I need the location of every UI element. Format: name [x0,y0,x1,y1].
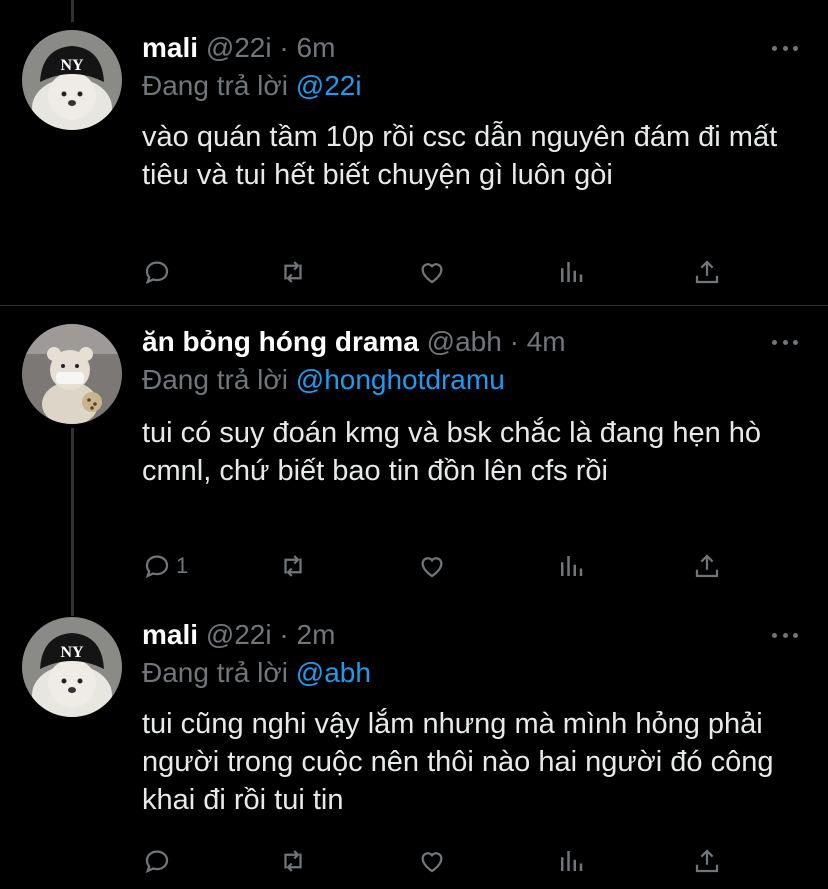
tweet[interactable]: ăn bỏng hóng drama @abh · 4m Đang trả lờ… [0,306,828,598]
avatar[interactable]: NY [22,30,122,130]
tweet-header: mali @22i · 6m [142,30,768,66]
display-name[interactable]: mali [142,619,198,650]
share-icon [695,260,719,284]
analytics-button[interactable] [556,546,586,586]
tweet-header: mali @22i · 2m [142,617,768,653]
avatar[interactable] [22,324,122,424]
analytics-button[interactable] [556,841,586,881]
action-bar [0,841,828,881]
replying-to: Đang trả lời @22i [142,68,362,104]
mention-link[interactable]: @abh [296,657,371,688]
timestamp[interactable]: · 2m [279,619,335,650]
reply-button[interactable] [142,841,176,881]
svg-text:NY: NY [60,644,84,661]
replying-prefix: Đang trả lời [142,657,288,688]
tweet[interactable]: NY mali @22i · 2m Đang trả lời @abh tui … [0,599,828,889]
tweet-text: tui có suy đoán kmg và bsk chắc là đang … [142,417,762,487]
replying-to: Đang trả lời @honghotdramu [142,362,505,398]
like-icon [421,852,443,873]
replying-prefix: Đang trả lời [142,364,288,395]
tweet-text: tui cũng nghi vậy lắm nhưng mà mình hỏng… [142,708,774,816]
tweet[interactable]: NY mali @22i · 6m Đang trả lời @22i vào … [0,0,828,305]
like-button[interactable] [417,546,447,586]
svg-text:NY: NY [60,57,84,74]
like-icon [421,263,443,284]
replying-prefix: Đang trả lời [142,70,288,101]
reply-icon [145,555,169,579]
share-button[interactable] [692,546,722,586]
timestamp[interactable]: · 4m [510,326,566,357]
timestamp[interactable]: · 6m [279,32,335,63]
action-bar: 1 [0,546,828,586]
retweet-icon [284,850,302,872]
analytics-icon [561,556,583,576]
mention-link[interactable]: @22i [296,70,362,101]
handle[interactable]: @22i [206,32,272,63]
reply-icon [145,850,169,874]
share-button[interactable] [692,841,722,881]
handle[interactable]: @abh [427,326,502,357]
like-icon [421,557,443,578]
retweet-icon [284,261,302,283]
like-button[interactable] [417,841,447,881]
reply-icon [145,261,169,285]
reply-count: 1 [176,553,189,578]
reply-button[interactable] [142,252,176,292]
like-button[interactable] [417,252,447,292]
tweet-header: ăn bỏng hóng drama @abh · 4m [142,324,768,360]
handle[interactable]: @22i [206,619,272,650]
share-icon [695,849,719,873]
retweet-button[interactable] [278,841,308,881]
more-icon[interactable] [772,332,798,352]
mention-link[interactable]: @honghotdramu [296,364,505,395]
retweet-icon [284,555,302,577]
analytics-button[interactable] [556,252,586,292]
replying-to: Đang trả lời @abh [142,655,371,691]
avatar[interactable]: NY [22,617,122,717]
tweet-text: vào quán tầm 10p rồi csc dẫn nguyên đám … [142,121,778,191]
display-name[interactable]: mali [142,32,198,63]
more-icon[interactable] [772,38,798,58]
share-icon [695,554,719,578]
display-name[interactable]: ăn bỏng hóng drama [142,326,419,357]
more-icon[interactable] [772,625,798,645]
analytics-icon [561,262,583,282]
analytics-icon [561,851,583,871]
retweet-button[interactable] [278,252,308,292]
reply-button[interactable]: 1 [142,546,188,586]
share-button[interactable] [692,252,722,292]
action-bar [0,252,828,292]
retweet-button[interactable] [278,546,308,586]
